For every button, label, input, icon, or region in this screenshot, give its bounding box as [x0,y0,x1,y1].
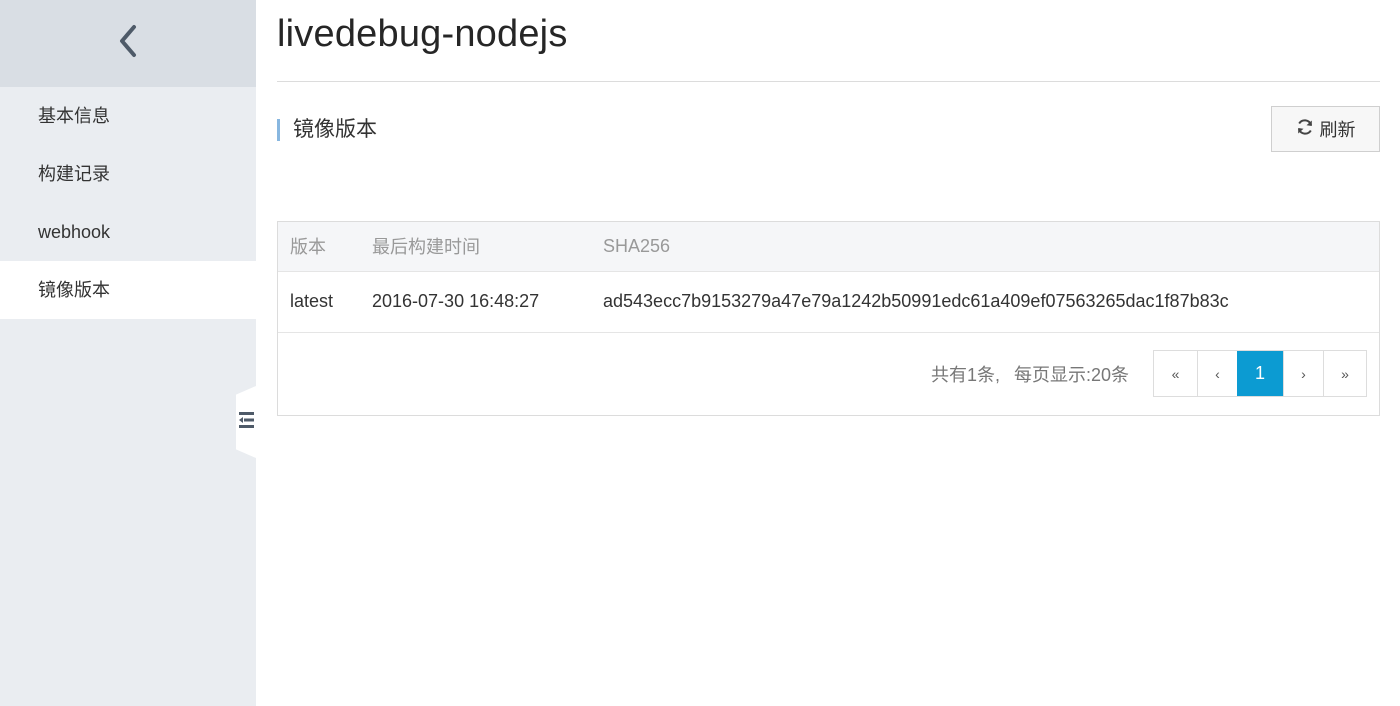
cell-last-build-time: 2016-07-30 16:48:27 [372,291,540,311]
versions-table: 版本 最后构建时间 SHA256 latest 2016-07-30 16:48… [277,221,1380,416]
section-title: 镜像版本 [277,119,377,141]
column-header-sha256: SHA256 [591,222,1379,272]
prev-page-button[interactable]: ‹ [1197,351,1237,396]
refresh-label: 刷新 [1319,120,1356,140]
main-content: livedebug-nodejs 镜像版本 刷新 版本 最后构建时间 SHA25… [277,0,1380,416]
page-1-button[interactable]: 1 [1237,351,1283,396]
sidebar-item-basic-info[interactable]: 基本信息 [0,87,256,145]
cell-sha256: ad543ecc7b9153279a47e79a1242b50991edc61a… [603,291,1229,311]
column-header-last-build-time: 最后构建时间 [360,222,591,272]
sidebar-item-webhook[interactable]: webhook [0,203,256,261]
sidebar-item-build-records[interactable]: 构建记录 [0,145,256,203]
collapse-menu-icon [237,409,255,436]
pagination: « ‹ 1 › » [1153,350,1367,397]
sidebar-item-image-versions[interactable]: 镜像版本 [0,261,256,319]
table-row: latest 2016-07-30 16:48:27 ad543ecc7b915… [278,271,1379,332]
total-count-text: 共有1条, [930,364,1000,385]
section-header: 镜像版本 刷新 [277,106,1380,176]
page-title: livedebug-nodejs [277,0,1380,82]
table-header-row: 版本 最后构建时间 SHA256 [278,222,1379,272]
first-page-button[interactable]: « [1154,351,1197,396]
pagination-info: 共有1条, 每页显示:20条 [931,361,1129,387]
refresh-button[interactable]: 刷新 [1271,106,1380,152]
pagination-bar: 共有1条, 每页显示:20条 « ‹ 1 › » [278,333,1379,415]
cell-version: latest [290,291,334,311]
back-button[interactable] [0,0,256,87]
sidebar: 基本信息 构建记录 webhook 镜像版本 [0,0,256,706]
sidebar-nav: 基本信息 构建记录 webhook 镜像版本 [0,87,256,319]
chevron-left-icon [117,24,139,63]
sidebar-collapse-toggle[interactable] [236,386,256,458]
app-window: 基本信息 构建记录 webhook 镜像版本 livedebug-nodejs … [0,0,1400,706]
last-page-button[interactable]: » [1323,351,1366,396]
column-header-version: 版本 [278,222,360,272]
refresh-icon [1296,118,1314,141]
next-page-button[interactable]: › [1283,351,1323,396]
per-page-text: 每页显示:20条 [1013,364,1129,385]
